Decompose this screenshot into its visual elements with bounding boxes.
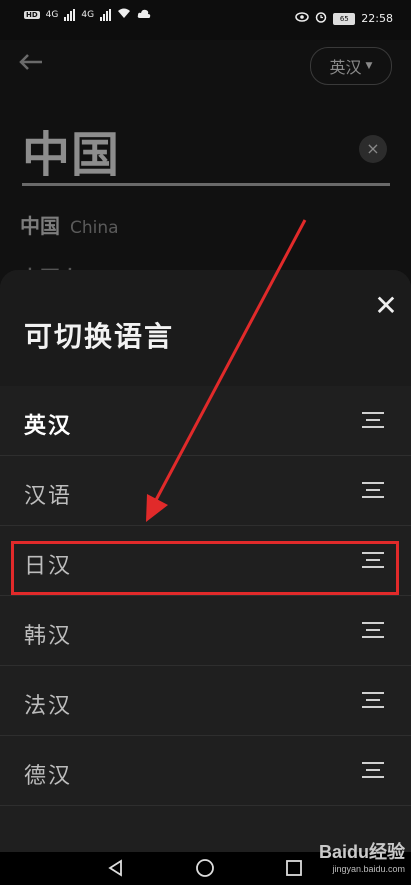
watermark-url: jingyan.baidu.com: [332, 864, 405, 874]
signal-icon: [64, 9, 76, 21]
drag-handle-icon[interactable]: [362, 692, 384, 710]
network-type-2: 4G: [81, 10, 95, 20]
alarm-icon: [315, 11, 327, 26]
drag-handle-icon[interactable]: [362, 622, 384, 640]
suggestion-word: 中国: [20, 214, 60, 238]
language-item-label: 英汉: [24, 414, 73, 439]
network-type-1: 4G: [45, 10, 59, 20]
search-query-text[interactable]: 中国: [22, 115, 120, 185]
drag-handle-icon[interactable]: [362, 762, 384, 780]
language-item-label: 韩汉: [24, 624, 73, 649]
caret-down-icon: ▼: [365, 61, 373, 71]
eye-icon: [295, 12, 310, 25]
drag-handle-icon[interactable]: [362, 482, 384, 500]
sheet-title: 可切换语言: [24, 320, 175, 353]
language-selector-button[interactable]: 英汉 ▼: [310, 47, 392, 85]
language-item-ko[interactable]: 韩汉: [0, 596, 411, 666]
language-item-label: 德汉: [24, 764, 73, 789]
home-nav-icon[interactable]: [195, 858, 215, 878]
hd-icon: HD: [24, 11, 40, 19]
language-item-label: 法汉: [24, 694, 73, 719]
language-list: 英汉 汉语 日汉 韩汉 法汉 德汉: [0, 386, 411, 806]
suggestion-item[interactable]: 中国 China: [20, 210, 119, 239]
language-item-zh[interactable]: 汉语: [0, 456, 411, 526]
sheet-header: 可切换语言 ✕: [0, 270, 411, 386]
signal-icon-2: [100, 9, 112, 21]
recents-nav-icon[interactable]: [284, 858, 304, 878]
clock: 22:58: [361, 12, 393, 25]
status-left: HD 4G 4G: [24, 8, 151, 22]
drag-handle-icon[interactable]: [362, 412, 384, 430]
watermark-brand: Baidu经验: [318, 842, 405, 862]
status-right: 65 22:58: [295, 11, 393, 26]
close-icon[interactable]: ✕: [372, 292, 400, 320]
language-item-de[interactable]: 德汉: [0, 736, 411, 806]
back-arrow-icon[interactable]: [18, 52, 44, 72]
suggestion-translation: China: [70, 218, 119, 238]
language-item-fr[interactable]: 法汉: [0, 666, 411, 736]
highlight-box: [11, 541, 399, 595]
watermark: Baidu经验 jingyan.baidu.com: [319, 838, 405, 874]
battery-icon: 65: [333, 12, 356, 25]
language-selector-label: 英汉: [329, 58, 362, 77]
input-underline: [22, 183, 390, 186]
wifi-icon: [117, 8, 131, 22]
cloud-icon: [137, 9, 151, 22]
language-item-en[interactable]: 英汉: [0, 386, 411, 456]
clear-icon[interactable]: ×: [359, 135, 387, 163]
back-nav-icon[interactable]: [106, 858, 126, 878]
status-bar: HD 4G 4G 65 22:58: [0, 0, 411, 40]
language-item-label: 汉语: [24, 484, 73, 509]
